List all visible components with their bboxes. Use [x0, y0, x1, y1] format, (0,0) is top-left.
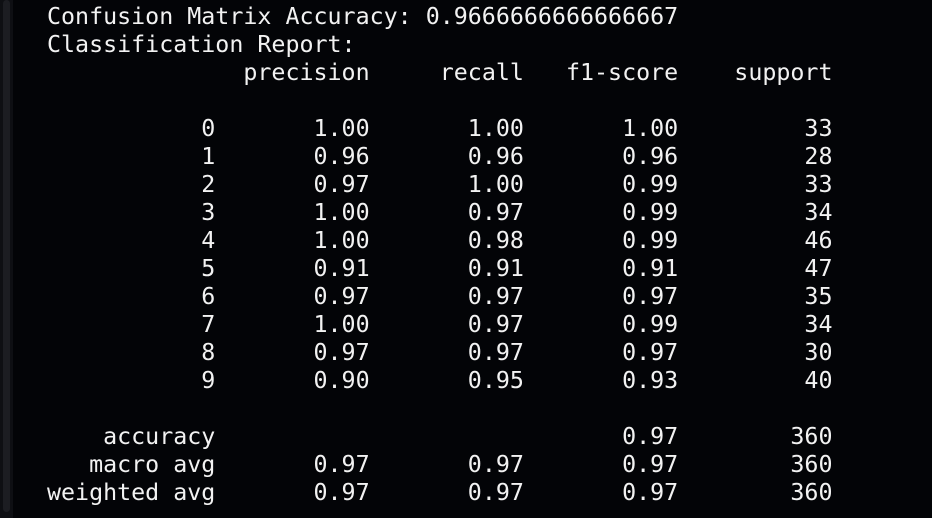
- precision-value: 0.97: [215, 283, 370, 310]
- recall-value: 0.97: [369, 283, 524, 310]
- report-title: Classification Report:: [47, 31, 356, 58]
- recall-value: 0.98: [369, 227, 524, 254]
- recall-value: 0.95: [369, 367, 524, 394]
- f1-score-value: 0.93: [523, 367, 679, 394]
- precision-value: 1.00: [215, 227, 370, 254]
- precision-value: 0.97: [215, 479, 370, 506]
- row-label: 7: [47, 311, 216, 338]
- row-label: 8: [47, 339, 216, 366]
- f1-score-value: 0.99: [523, 171, 679, 198]
- column-header-support: support: [678, 59, 833, 86]
- support-value: 34: [678, 311, 833, 338]
- class-row: 7 1.00 0.97 0.99 34: [47, 311, 833, 339]
- precision-value: [215, 423, 369, 450]
- recall-value: 1.00: [369, 115, 524, 142]
- support-value: 360: [678, 479, 833, 506]
- class-row: 1 0.96 0.96 0.96 28: [47, 143, 833, 171]
- f1-score-value: 0.97: [523, 451, 679, 478]
- report-rows: 0 1.00 1.00 1.00 33 1 0.96 0.96 0.96 2 8 …: [47, 115, 833, 395]
- column-header-precision: precision: [215, 59, 370, 86]
- class-row: 6 0.97 0.97 0.97 35: [47, 283, 833, 311]
- column-header-recall: recall: [369, 59, 524, 86]
- class-row: 2 0.97 1.00 0.99 33: [47, 171, 833, 199]
- f1-score-value: 0.97: [523, 339, 679, 366]
- class-row: 0 1.00 1.00 1.00 33: [47, 115, 833, 143]
- terminal-output: Confusion Matrix Accuracy: 0.96666666666…: [47, 3, 833, 507]
- f1-score-value: 0.99: [523, 199, 679, 226]
- f1-score-value: 0.96: [523, 143, 679, 170]
- report-header: precision recall f1-score support: [47, 59, 833, 87]
- support-value: 33: [678, 115, 833, 142]
- support-value: 360: [678, 451, 833, 478]
- recall-value: 0.97: [369, 451, 524, 478]
- f1-score-value: 0.97: [523, 423, 679, 450]
- row-label: 4: [47, 227, 216, 254]
- support-value: 28: [678, 143, 833, 170]
- row-label: 6: [47, 283, 216, 310]
- row-label: macro avg: [47, 451, 216, 478]
- precision-value: 0.97: [215, 339, 370, 366]
- support-value: 33: [678, 171, 833, 198]
- support-value: 46: [678, 227, 833, 254]
- support-value: 35: [678, 283, 833, 310]
- f1-score-value: 0.99: [523, 311, 679, 338]
- precision-value: 0.90: [215, 367, 370, 394]
- recall-value: 1.00: [369, 171, 524, 198]
- scrollbar[interactable]: [0, 0, 13, 518]
- class-row: 4 1.00 0.98 0.99 46: [47, 227, 833, 255]
- row-label: 5: [47, 255, 216, 282]
- terminal-window: Confusion Matrix Accuracy: 0.96666666666…: [0, 0, 932, 518]
- summary-row: weighted avg 0.97 0.97 0.97 360: [47, 479, 833, 507]
- recall-value: 0.96: [369, 143, 524, 170]
- precision-value: 1.00: [215, 311, 370, 338]
- class-row: 9 0.90 0.95 0.93 40: [47, 367, 833, 395]
- support-value: 34: [678, 199, 833, 226]
- support-value: 40: [678, 367, 833, 394]
- precision-value: 1.00: [215, 199, 370, 226]
- row-label: 2: [47, 171, 216, 198]
- summary-row: macro avg 0.97 0.97 0.97 360: [47, 451, 833, 479]
- precision-value: 0.97: [215, 171, 370, 198]
- class-row: 3 1.00 0.97 0.99 34: [47, 199, 833, 227]
- row-label: 3: [47, 199, 216, 226]
- accuracy-line: Confusion Matrix Accuracy: 0.96666666666…: [47, 3, 679, 30]
- row-label: 1: [47, 143, 216, 170]
- f1-score-value: 0.97: [523, 479, 679, 506]
- row-label: weighted avg: [47, 479, 216, 506]
- recall-value: 0.91: [369, 255, 524, 282]
- recall-value: [370, 423, 524, 450]
- support-value: 47: [678, 255, 833, 282]
- summary-row: accuracy 0.97 360: [47, 423, 833, 451]
- f1-score-value: 0.97: [523, 283, 679, 310]
- row-label: 9: [47, 367, 216, 394]
- report-summary: accuracy 0.97 360 macro avg 0.97 0.97 0.…: [47, 423, 833, 507]
- class-row: 5 0.91 0.91 0.91 47: [47, 255, 833, 283]
- f1-score-value: 0.99: [523, 227, 679, 254]
- row-label: accuracy: [47, 423, 216, 450]
- precision-value: 0.96: [215, 143, 370, 170]
- row-label: 0: [47, 115, 216, 142]
- column-header-f1-score: f1-score: [523, 59, 679, 86]
- recall-value: 0.97: [369, 339, 524, 366]
- recall-value: 0.97: [369, 479, 524, 506]
- recall-value: 0.97: [369, 199, 524, 226]
- precision-value: 0.91: [215, 255, 370, 282]
- recall-value: 0.97: [369, 311, 524, 338]
- scrollbar-thumb[interactable]: [3, 0, 10, 512]
- precision-value: 1.00: [215, 115, 370, 142]
- support-value: 30: [678, 339, 833, 366]
- f1-score-value: 0.91: [523, 255, 679, 282]
- support-value: 360: [678, 423, 833, 450]
- f1-score-value: 1.00: [523, 115, 679, 142]
- class-row: 8 0.97 0.97 0.97 30: [47, 339, 833, 367]
- precision-value: 0.97: [215, 451, 370, 478]
